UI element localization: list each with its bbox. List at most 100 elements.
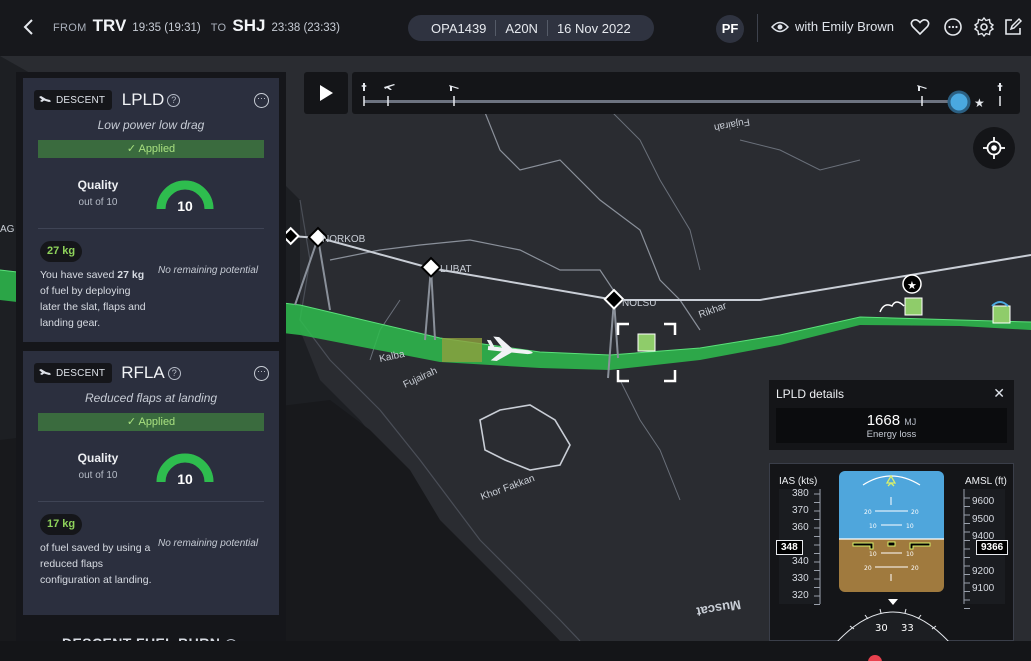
waypoint-label: NORKOB	[322, 234, 366, 245]
marker-square[interactable]	[992, 305, 1011, 324]
amsl-tick: 9100	[972, 583, 995, 594]
saving-description: You have saved 27 kg of fuel by deployin…	[40, 269, 146, 329]
energy-label: Energy loss	[866, 429, 917, 440]
compass-label: 33	[901, 623, 914, 634]
ias-tick: 330	[792, 573, 809, 584]
more-options-icon[interactable]: ···	[254, 366, 269, 381]
energy-loss-box: 1668 MJ Energy loss	[776, 408, 1007, 443]
pitch-label: 20	[864, 565, 872, 572]
energy-unit: MJ	[904, 417, 917, 427]
aircraft-type: A20N	[505, 20, 538, 36]
flight-info-pill: OPA1439 A20N 16 Nov 2022	[408, 15, 654, 41]
star-icon[interactable]: ★	[974, 96, 985, 110]
record-indicator	[868, 655, 882, 661]
heading-compass: 30 33	[835, 599, 951, 644]
from-code: TRV	[92, 16, 127, 35]
svg-text:10: 10	[906, 551, 914, 558]
card-divider	[38, 228, 264, 229]
to-time: 23:38 (23:33)	[271, 22, 340, 34]
edge-label: AG	[0, 224, 15, 235]
insight-card-lpld[interactable]: DESCENT LPLD? ··· Low power low drag ✓ A…	[23, 78, 279, 342]
svg-text:★: ★	[907, 279, 917, 292]
ias-tick: 370	[792, 505, 809, 516]
play-button[interactable]	[304, 72, 348, 114]
waypoint-label: NOLSU	[622, 298, 656, 309]
card-title: RFLA?	[23, 363, 279, 383]
quality-value: 10	[177, 198, 193, 214]
comment-icon[interactable]	[942, 16, 964, 38]
ias-current: 348	[776, 540, 803, 555]
help-icon[interactable]: ?	[167, 94, 181, 107]
energy-value: 1668	[866, 412, 901, 429]
bottom-bar	[0, 641, 1031, 661]
svg-text:20: 20	[911, 509, 919, 516]
attitude-indicator: 20 10 10 20 20 10 10 20	[839, 471, 944, 592]
quality-label: Quality out of 10	[77, 451, 119, 481]
pitch-label: 10	[869, 551, 877, 558]
eye-icon	[771, 21, 789, 32]
place-label: Muscat	[695, 597, 742, 620]
applied-status: ✓ Applied	[38, 140, 264, 158]
heart-icon[interactable]	[909, 16, 931, 38]
svg-text:20: 20	[911, 565, 919, 572]
play-icon	[320, 85, 333, 101]
pitch-label: 10	[869, 523, 877, 530]
from-label: FROM	[53, 22, 87, 34]
place-label: Khor Fakkan	[479, 473, 536, 503]
flight-timeline[interactable]: ★	[352, 72, 1020, 114]
flight-date: 16 Nov 2022	[556, 20, 631, 36]
ias-tick: 380	[792, 488, 809, 499]
waypoint-label: LUBAT	[440, 264, 472, 275]
locate-button[interactable]	[973, 127, 1015, 169]
lpld-details-panel: LPLD details ✕ 1668 MJ Energy loss	[769, 380, 1014, 450]
amsl-tick: 9500	[972, 514, 995, 525]
flight-number: OPA1439	[431, 20, 487, 36]
compass-label: 30	[875, 623, 888, 634]
crew-name: with Emily Brown	[795, 19, 894, 34]
fuel-saved-badge: 27 kg	[40, 241, 83, 262]
divider	[757, 14, 758, 42]
ias-tick: 340	[792, 556, 809, 567]
place-label: Kalba	[378, 349, 406, 365]
crosshair-icon	[983, 137, 1005, 159]
place-label: Rikhar	[697, 300, 729, 320]
app-root: NORKOB LUBAT NOLSU Kalba Fujairah Khor F…	[0, 0, 1031, 661]
place-label: Fujairah	[402, 365, 439, 390]
card-subtitle: Low power low drag	[97, 118, 205, 132]
svg-text:10: 10	[906, 523, 914, 530]
remaining-potential: No remaining potential	[158, 538, 259, 549]
card-title: LPLD?	[23, 90, 279, 110]
details-title: LPLD details	[776, 387, 845, 401]
pitch-label: 20	[864, 509, 872, 516]
card-subtitle: Reduced flaps at landing	[84, 391, 218, 405]
primary-flight-display: IAS (kts) AMSL (ft) 380 370 360 350 340 …	[769, 463, 1014, 644]
amsl-tick: 9200	[972, 566, 995, 577]
crew-info[interactable]: with Emily Brown	[771, 19, 894, 34]
more-options-icon[interactable]: ···	[254, 93, 269, 108]
marker-square[interactable]	[904, 297, 923, 316]
saving-description: of fuel saved by using a reduced flaps c…	[40, 542, 152, 586]
gear-icon[interactable]	[973, 16, 995, 38]
remaining-potential: No remaining potential	[158, 265, 259, 276]
close-icon[interactable]: ✕	[993, 385, 1005, 402]
quality-value: 10	[177, 471, 193, 487]
timeline-playhead[interactable]	[947, 90, 971, 114]
to-label: TO	[210, 22, 227, 34]
card-divider	[38, 501, 264, 502]
role-avatar[interactable]: PF	[716, 15, 744, 43]
help-icon[interactable]: ?	[167, 367, 181, 380]
ias-tick: 360	[792, 522, 809, 533]
amsl-tick: 9600	[972, 496, 995, 507]
ias-tick: 320	[792, 590, 809, 601]
back-arrow-icon[interactable]	[18, 16, 40, 38]
fuel-saved-badge: 17 kg	[40, 514, 83, 535]
insights-panel: DESCENT LPLD? ··· Low power low drag ✓ A…	[16, 72, 286, 651]
top-bar: FROM TRV 19:35 (19:31) TO SHJ 23:38 (23:…	[0, 0, 1031, 56]
from-time: 19:35 (19:31)	[132, 22, 201, 34]
place-label: Fujairah	[713, 116, 751, 133]
amsl-current: 9366	[976, 540, 1009, 555]
quality-label: Quality out of 10	[77, 178, 119, 208]
route-info: FROM TRV 19:35 (19:31) TO SHJ 23:38 (23:…	[53, 16, 340, 36]
insight-card-rfla[interactable]: DESCENT RFLA? ··· Reduced flaps at landi…	[23, 351, 279, 615]
edit-icon[interactable]	[1002, 16, 1024, 38]
